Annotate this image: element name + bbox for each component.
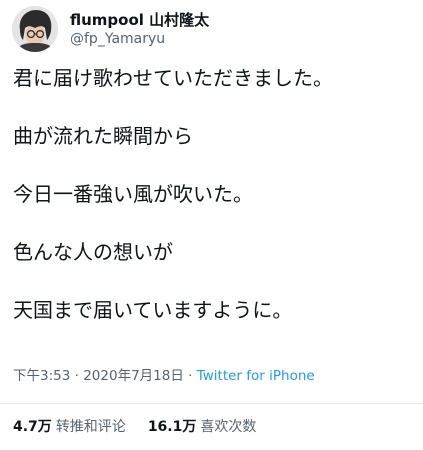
likes-count: 16.1万 [147, 419, 197, 435]
tweet-text: 君に届け歌わせていただきました。 曲が流れた瞬間から 今日一番強い風が吹いた。 … [13, 64, 413, 324]
author-handle[interactable]: @fp_Yamaryu [70, 30, 209, 49]
tweet-line: 今日一番強い風が吹いた。 [13, 182, 253, 206]
tweet-stats: 4.7万 转推和评论 16.1万 喜欢次数 [13, 416, 278, 438]
tweet-line: 曲が流れた瞬間から [13, 124, 193, 148]
meta-separator: · [188, 368, 193, 384]
author-display-name[interactable]: flumpool 山村隆太 [70, 10, 209, 30]
retweets-stat[interactable]: 4.7万 转推和评论 [13, 416, 126, 438]
avatar[interactable] [12, 6, 58, 52]
tweet-date[interactable]: 2020年7月18日 [83, 368, 184, 384]
tweet-line: 天国まで届いていますように。 [13, 298, 293, 322]
tweet-source-link[interactable]: Twitter for iPhone [197, 368, 315, 384]
profile-photo-icon [12, 6, 58, 52]
author-names: flumpool 山村隆太 @fp_Yamaryu [70, 10, 209, 49]
retweets-label: 转推和评论 [55, 419, 126, 435]
divider [0, 403, 423, 404]
tweet-card: flumpool 山村隆太 @fp_Yamaryu 君に届け歌わせていただきまし… [0, 0, 423, 450]
tweet-header: flumpool 山村隆太 @fp_Yamaryu [12, 6, 209, 52]
likes-stat[interactable]: 16.1万 喜欢次数 [148, 416, 257, 438]
tweet-line: 君に届け歌わせていただきました。 [13, 66, 333, 90]
tweet-meta: 下午3:53 · 2020年7月18日 · Twitter for iPhone [13, 366, 315, 386]
meta-separator: · [74, 368, 79, 384]
tweet-line: 色んな人の想いが [13, 240, 173, 264]
likes-label: 喜欢次数 [200, 419, 257, 435]
retweets-count: 4.7万 [13, 419, 52, 435]
tweet-time[interactable]: 下午3:53 [13, 368, 70, 384]
